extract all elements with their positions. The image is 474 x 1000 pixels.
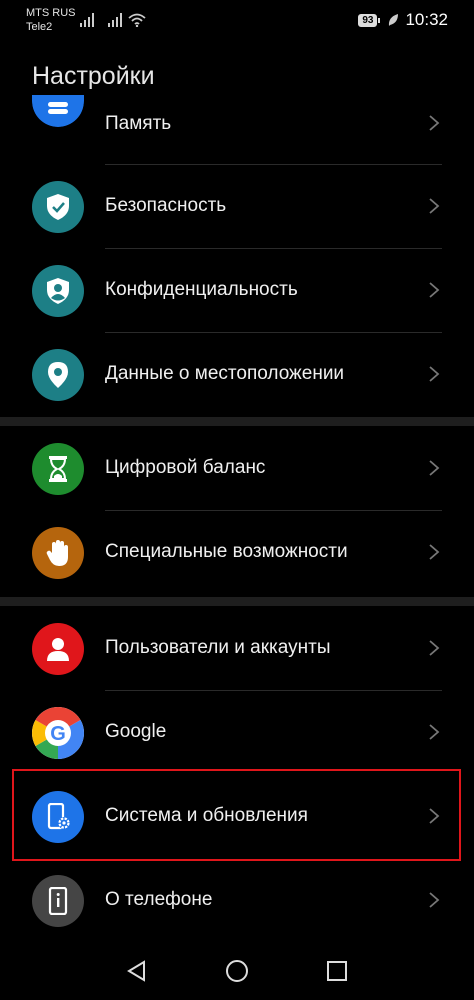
settings-item-label: Память (105, 113, 172, 134)
phone-info-icon (32, 875, 84, 927)
location-pin-icon (32, 349, 84, 401)
signal-icon (80, 13, 94, 27)
carrier-1: MTS RUS (26, 7, 76, 19)
status-bar: MTS RUS Tele2 93 10:32 (0, 0, 474, 40)
settings-item-label: Конфиденциальность (105, 279, 298, 300)
section-divider (0, 597, 474, 606)
chevron-right-icon (429, 460, 440, 476)
chevron-right-icon (429, 198, 440, 214)
settings-item-label: Специальные возможности (105, 541, 348, 562)
settings-item-memory[interactable]: Память (0, 81, 474, 165)
leaf-icon (389, 14, 399, 26)
settings-item-digital-balance[interactable]: Цифровой баланс (0, 427, 474, 511)
clock: 10:32 (405, 10, 448, 29)
settings-item-label: Безопасность (105, 195, 227, 216)
storage-icon (32, 95, 84, 127)
hand-icon (32, 527, 84, 579)
recents-button[interactable] (324, 958, 350, 984)
chevron-right-icon (429, 282, 440, 298)
recents-icon (327, 961, 347, 981)
highlight-frame (12, 769, 461, 861)
settings-item-label: Данные о местоположении (105, 363, 345, 384)
wifi-icon (128, 13, 146, 27)
svg-text:G: G (50, 723, 66, 745)
privacy-shield-icon (32, 265, 84, 317)
chevron-right-icon (429, 892, 440, 908)
home-icon (226, 960, 248, 982)
home-button[interactable] (224, 958, 250, 984)
shield-check-icon (32, 181, 84, 233)
back-button[interactable] (124, 958, 150, 984)
hourglass-icon (32, 443, 84, 495)
settings-item-label: О телефоне (105, 889, 213, 910)
chevron-right-icon (429, 544, 440, 560)
chevron-right-icon (429, 640, 440, 656)
carrier-info: MTS RUS Tele2 (26, 6, 76, 34)
settings-item-accessibility[interactable]: Специальные возможности (0, 511, 474, 595)
navigation-bar (0, 940, 474, 1000)
settings-item-users-accounts[interactable]: Пользователи и аккаунты (0, 607, 474, 691)
carrier-2: Tele2 (26, 21, 53, 33)
chevron-right-icon (429, 366, 440, 382)
settings-item-location[interactable]: Данные о местоположении (0, 333, 474, 417)
settings-item-label: Пользователи и аккаунты (105, 637, 331, 658)
settings-item-label: Цифровой баланс (105, 457, 266, 478)
battery-indicator: 93 (358, 13, 381, 27)
google-icon: G (32, 707, 84, 759)
settings-item-security[interactable]: Безопасность (0, 165, 474, 249)
settings-item-google[interactable]: G Google (0, 691, 474, 775)
chevron-right-icon (429, 724, 440, 740)
settings-item-about-phone[interactable]: О телефоне (0, 859, 474, 943)
section-divider (0, 417, 474, 426)
settings-item-label: Google (105, 721, 167, 742)
chevron-right-icon (429, 115, 440, 131)
signal-icon (108, 13, 122, 27)
user-icon (32, 623, 84, 675)
back-icon (127, 960, 145, 982)
settings-item-privacy[interactable]: Конфиденциальность (0, 249, 474, 333)
